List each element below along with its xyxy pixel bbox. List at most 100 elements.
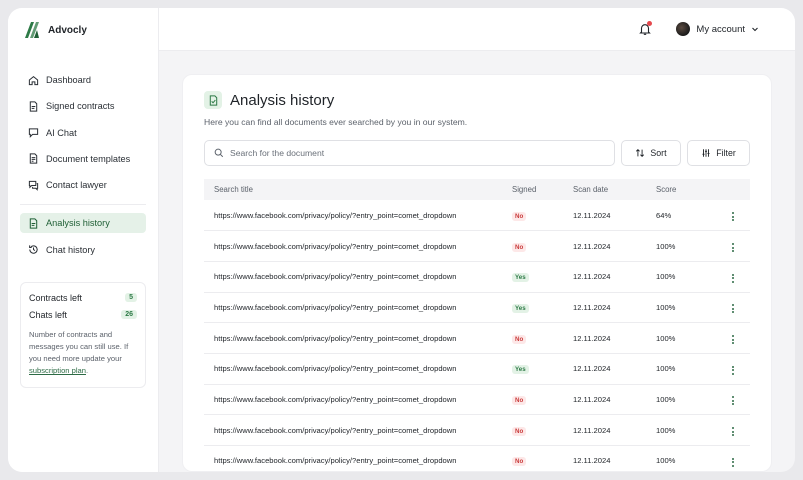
- row-title[interactable]: https://www.facebook.com/privacy/policy/…: [204, 322, 512, 354]
- column-signed[interactable]: Signed: [512, 179, 573, 200]
- contracts-left-label: Contracts left: [29, 292, 83, 303]
- brand[interactable]: Advocly: [25, 20, 146, 40]
- title-icon-wrap: [204, 91, 222, 109]
- row-title[interactable]: https://www.facebook.com/privacy/policy/…: [204, 200, 512, 232]
- row-scan-date: 12.11.2024: [573, 353, 656, 385]
- row-title[interactable]: https://www.facebook.com/privacy/policy/…: [204, 261, 512, 293]
- row-actions-cell: [716, 414, 750, 446]
- sidebar-item-signed-contracts[interactable]: Signed contracts: [20, 96, 146, 116]
- row-score: 100%: [656, 414, 716, 446]
- more-vertical-icon[interactable]: [729, 364, 737, 377]
- sidebar-divider: [20, 204, 146, 206]
- sidebar-nav: Dashboard Signed contracts AI Chat Docum…: [20, 70, 146, 266]
- table-row[interactable]: https://www.facebook.com/privacy/policy/…: [204, 200, 750, 232]
- sidebar-item-label: Dashboard: [46, 75, 91, 85]
- table-row[interactable]: https://www.facebook.com/privacy/policy/…: [204, 445, 750, 471]
- row-title[interactable]: https://www.facebook.com/privacy/policy/…: [204, 445, 512, 471]
- table-row[interactable]: https://www.facebook.com/privacy/policy/…: [204, 292, 750, 324]
- row-scan-date: 12.11.2024: [573, 200, 656, 232]
- row-title[interactable]: https://www.facebook.com/privacy/policy/…: [204, 414, 512, 446]
- sidebar-item-label: AI Chat: [46, 127, 77, 138]
- signed-badge: No: [512, 395, 527, 405]
- more-vertical-icon[interactable]: [729, 394, 737, 407]
- table-row[interactable]: https://www.facebook.com/privacy/policy/…: [204, 230, 750, 262]
- row-signed-cell: No: [512, 230, 573, 262]
- more-vertical-icon[interactable]: [729, 333, 737, 346]
- signed-badge: No: [512, 457, 527, 467]
- row-scan-date: 12.11.2024: [573, 230, 656, 262]
- row-score: 100%: [656, 384, 716, 416]
- home-icon: [28, 75, 39, 85]
- row-signed-cell: No: [512, 445, 573, 471]
- search-box[interactable]: [204, 140, 615, 166]
- account-menu[interactable]: My account: [676, 22, 759, 36]
- row-signed-cell: No: [512, 200, 573, 232]
- filter-label: Filter: [716, 148, 736, 158]
- usage-note: Number of contracts and messages you can…: [29, 329, 137, 377]
- column-search-title[interactable]: Search title: [204, 179, 512, 200]
- chat-icon: [28, 128, 39, 138]
- usage-note-text: Number of contracts and messages you can…: [29, 330, 129, 364]
- subscription-plan-link[interactable]: subscription plan: [29, 366, 86, 375]
- search-input[interactable]: [230, 148, 590, 158]
- more-vertical-icon[interactable]: [729, 302, 737, 315]
- row-title[interactable]: https://www.facebook.com/privacy/policy/…: [204, 230, 512, 262]
- more-vertical-icon[interactable]: [729, 210, 737, 223]
- row-score: 100%: [656, 261, 716, 293]
- row-actions-cell: [716, 322, 750, 354]
- column-scan-date[interactable]: Scan date: [573, 179, 656, 200]
- row-actions-cell: [716, 353, 750, 385]
- app-window: Advocly Dashboard Signed contracts AI Ch…: [8, 8, 795, 472]
- more-vertical-icon[interactable]: [729, 241, 737, 254]
- row-signed-cell: Yes: [512, 292, 573, 324]
- more-vertical-icon[interactable]: [729, 425, 737, 438]
- sidebar-item-ai-chat[interactable]: AI Chat: [20, 123, 146, 143]
- column-score[interactable]: Score: [656, 179, 716, 200]
- sidebar-item-label: Document templates: [46, 153, 131, 164]
- row-scan-date: 12.11.2024: [573, 261, 656, 293]
- table-body: https://www.facebook.com/privacy/policy/…: [204, 200, 750, 471]
- document-check-icon: [209, 94, 217, 106]
- page-title: Analysis history: [230, 91, 335, 109]
- sidebar-item-chat-history[interactable]: Chat history: [20, 240, 146, 260]
- row-signed-cell: No: [512, 322, 573, 354]
- sidebar-item-label: Chat history: [46, 244, 96, 255]
- row-title[interactable]: https://www.facebook.com/privacy/policy/…: [204, 292, 512, 324]
- row-score: 100%: [656, 230, 716, 262]
- row-signed-cell: Yes: [512, 261, 573, 293]
- table-header-row: Search title Signed Scan date Score: [204, 179, 750, 200]
- chats-left-badge: 26: [121, 310, 137, 320]
- chats-left-row: Chats left 26: [29, 306, 137, 323]
- contracts-left-badge: 5: [125, 293, 137, 303]
- row-title[interactable]: https://www.facebook.com/privacy/policy/…: [204, 353, 512, 385]
- sort-icon: [636, 149, 645, 157]
- table-row[interactable]: https://www.facebook.com/privacy/policy/…: [204, 261, 750, 293]
- table-row[interactable]: https://www.facebook.com/privacy/policy/…: [204, 414, 750, 446]
- table-row[interactable]: https://www.facebook.com/privacy/policy/…: [204, 353, 750, 385]
- signed-badge: No: [512, 242, 527, 252]
- row-scan-date: 12.11.2024: [573, 292, 656, 324]
- table-row[interactable]: https://www.facebook.com/privacy/policy/…: [204, 322, 750, 354]
- more-vertical-icon[interactable]: [729, 272, 737, 285]
- main-area: My account Analysis history Here you can…: [159, 8, 795, 472]
- filter-button[interactable]: Filter: [687, 140, 750, 166]
- sidebar-item-document-templates[interactable]: Document templates: [20, 149, 146, 169]
- row-actions-cell: [716, 200, 750, 232]
- analysis-table: Search title Signed Scan date Score http…: [204, 179, 750, 471]
- row-title[interactable]: https://www.facebook.com/privacy/policy/…: [204, 384, 512, 416]
- signed-badge: Yes: [512, 303, 529, 313]
- column-actions: [716, 179, 750, 200]
- sidebar-item-contact-lawyer[interactable]: Contact lawyer: [20, 175, 146, 195]
- notifications-button[interactable]: [638, 21, 653, 36]
- brand-name: Advocly: [48, 24, 87, 36]
- table-row[interactable]: https://www.facebook.com/privacy/policy/…: [204, 384, 750, 416]
- more-vertical-icon[interactable]: [729, 456, 737, 469]
- sidebar-item-dashboard[interactable]: Dashboard: [20, 70, 146, 90]
- row-score: 100%: [656, 353, 716, 385]
- chats-left-label: Chats left: [29, 309, 68, 320]
- document-icon: [29, 101, 38, 112]
- sort-button[interactable]: Sort: [621, 140, 681, 166]
- sidebar-item-analysis-history[interactable]: Analysis history: [20, 213, 146, 234]
- sort-label: Sort: [650, 148, 667, 158]
- row-actions-cell: [716, 292, 750, 324]
